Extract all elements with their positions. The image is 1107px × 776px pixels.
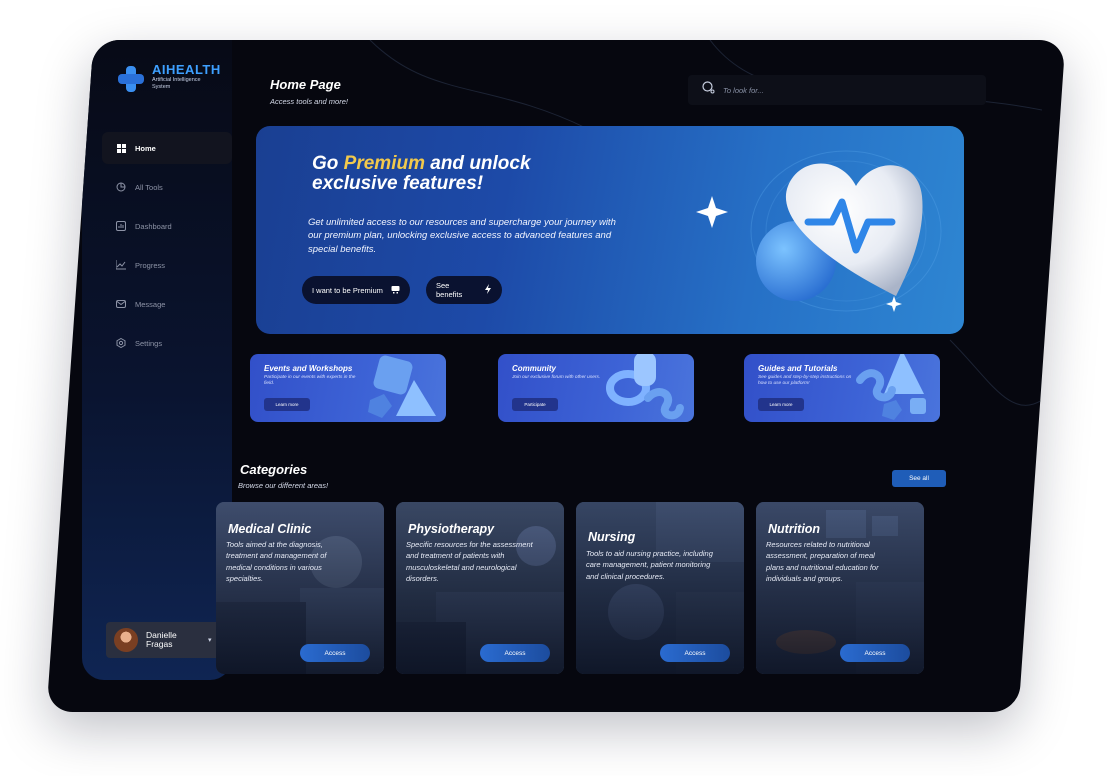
feature-title: Community — [512, 364, 556, 373]
see-benefits-button[interactable]: See benefits — [426, 276, 502, 304]
app-content: AIHEALTH Artificial Intelligence System … — [70, 40, 1042, 712]
profile-name: Danielle Fragas — [146, 629, 177, 649]
categories-subtitle: Browse our different areas! — [238, 481, 329, 490]
sidebar-item-label: Message — [135, 299, 166, 309]
feature-card-guides[interactable]: Guides and Tutorials See guides and step… — [744, 354, 940, 422]
line-chart-icon — [116, 260, 126, 270]
search-icon — [702, 81, 715, 99]
sidebar-nav: Home All Tools Dashboard Progress Messag… — [102, 132, 232, 366]
category-card-nursing[interactable]: Nursing Tools to aid nursing practice, i… — [576, 502, 744, 674]
sidebar-item-message[interactable]: Message — [102, 288, 232, 320]
brand[interactable]: AIHEALTH Artificial Intelligence System — [118, 62, 221, 92]
learn-more-button[interactable]: Learn more — [758, 398, 804, 411]
sidebar-item-label: Progress — [135, 260, 166, 270]
category-description: Resources related to nutritional assessm… — [766, 540, 879, 583]
heart-monitor-illustration — [696, 150, 942, 312]
cross-logo-icon — [118, 66, 144, 92]
access-button[interactable]: Access — [840, 644, 910, 662]
access-button[interactable]: Access — [660, 644, 730, 662]
feature-card-events[interactable]: Events and Workshops Participate in our … — [250, 354, 446, 422]
sidebar-item-all-tools[interactable]: All Tools — [102, 171, 232, 203]
app-window: AIHEALTH Artificial Intelligence System … — [46, 40, 1066, 712]
category-name: Nursing — [588, 530, 636, 544]
search-input[interactable]: To look for... — [688, 75, 986, 105]
page-title: Home Page — [270, 77, 341, 92]
sidebar-item-label: Settings — [135, 338, 163, 348]
feature-description: Join our exclusive forum with other user… — [512, 375, 601, 380]
hero-title-highlight: Premium — [343, 153, 425, 174]
sidebar-item-dashboard[interactable]: Dashboard — [102, 210, 232, 242]
category-card-nutrition[interactable]: Nutrition Resources related to nutrition… — [756, 502, 924, 674]
search-placeholder: To look for... — [723, 85, 764, 95]
category-card-physiotherapy[interactable]: Physiotherapy Specific resources for the… — [396, 502, 564, 674]
premium-button[interactable]: I want to be Premium — [302, 276, 410, 304]
participate-button[interactable]: Participate — [512, 398, 558, 411]
category-description: Specific resources for the assessment an… — [406, 540, 533, 583]
access-button[interactable]: Access — [300, 644, 370, 662]
hero-title: Go Premium and unlock exclusive features… — [312, 153, 531, 194]
chart-pie-icon — [116, 182, 126, 192]
sidebar-item-label: Dashboard — [135, 221, 172, 231]
categories-title: Categories — [240, 462, 308, 477]
grid-icon — [116, 143, 126, 153]
category-card-medical-clinic[interactable]: Medical Clinic Tools aimed at the diagno… — [216, 502, 384, 674]
access-button[interactable]: Access — [480, 644, 550, 662]
sidebar-item-label: All Tools — [135, 182, 163, 192]
category-name: Physiotherapy — [408, 522, 495, 536]
feature-title: Events and Workshops — [264, 364, 353, 373]
sidebar: AIHEALTH Artificial Intelligence System … — [82, 40, 232, 680]
sidebar-item-progress[interactable]: Progress — [102, 249, 232, 281]
category-name: Nutrition — [768, 522, 821, 536]
stage: AIHEALTH Artificial Intelligence System … — [0, 0, 1107, 776]
feature-description: See guides and step-by-step instructions… — [758, 375, 852, 387]
cubes-illustration — [368, 355, 436, 418]
hero-description: Get unlimited access to our resources an… — [308, 217, 616, 255]
mail-icon — [116, 299, 126, 309]
category-description: Tools to aid nursing practice, including… — [586, 549, 713, 581]
page-subtitle: Access tools and more! — [270, 97, 348, 106]
brand-subtitle: Artificial Intelligence System — [152, 77, 201, 91]
feature-description: Participate in our events with experts i… — [264, 375, 356, 387]
shapes-illustration — [856, 354, 926, 420]
gear-icon — [116, 338, 126, 348]
avatar — [114, 628, 138, 652]
bar-chart-icon — [116, 221, 126, 231]
see-all-button[interactable]: See all — [892, 470, 946, 487]
sidebar-item-home[interactable]: Home — [102, 132, 232, 164]
category-description: Tools aimed at the diagnosis, treatment … — [226, 540, 327, 583]
cart-icon — [391, 285, 400, 296]
lightning-icon — [484, 284, 492, 296]
brand-title: AIHEALTH — [152, 62, 221, 77]
rings-illustration — [606, 354, 684, 420]
sidebar-item-settings[interactable]: Settings — [102, 327, 232, 359]
premium-banner: Go Premium and unlock exclusive features… — [256, 126, 964, 334]
feature-title: Guides and Tutorials — [758, 364, 838, 373]
sidebar-item-label: Home — [135, 143, 156, 153]
chevron-down-icon[interactable]: ▾ — [208, 636, 212, 644]
learn-more-button[interactable]: Learn more — [264, 398, 310, 411]
feature-card-community[interactable]: Community Join our exclusive forum with … — [498, 354, 694, 422]
profile-menu[interactable]: Danielle Fragas ▾ — [106, 622, 220, 658]
category-name: Medical Clinic — [228, 522, 312, 536]
